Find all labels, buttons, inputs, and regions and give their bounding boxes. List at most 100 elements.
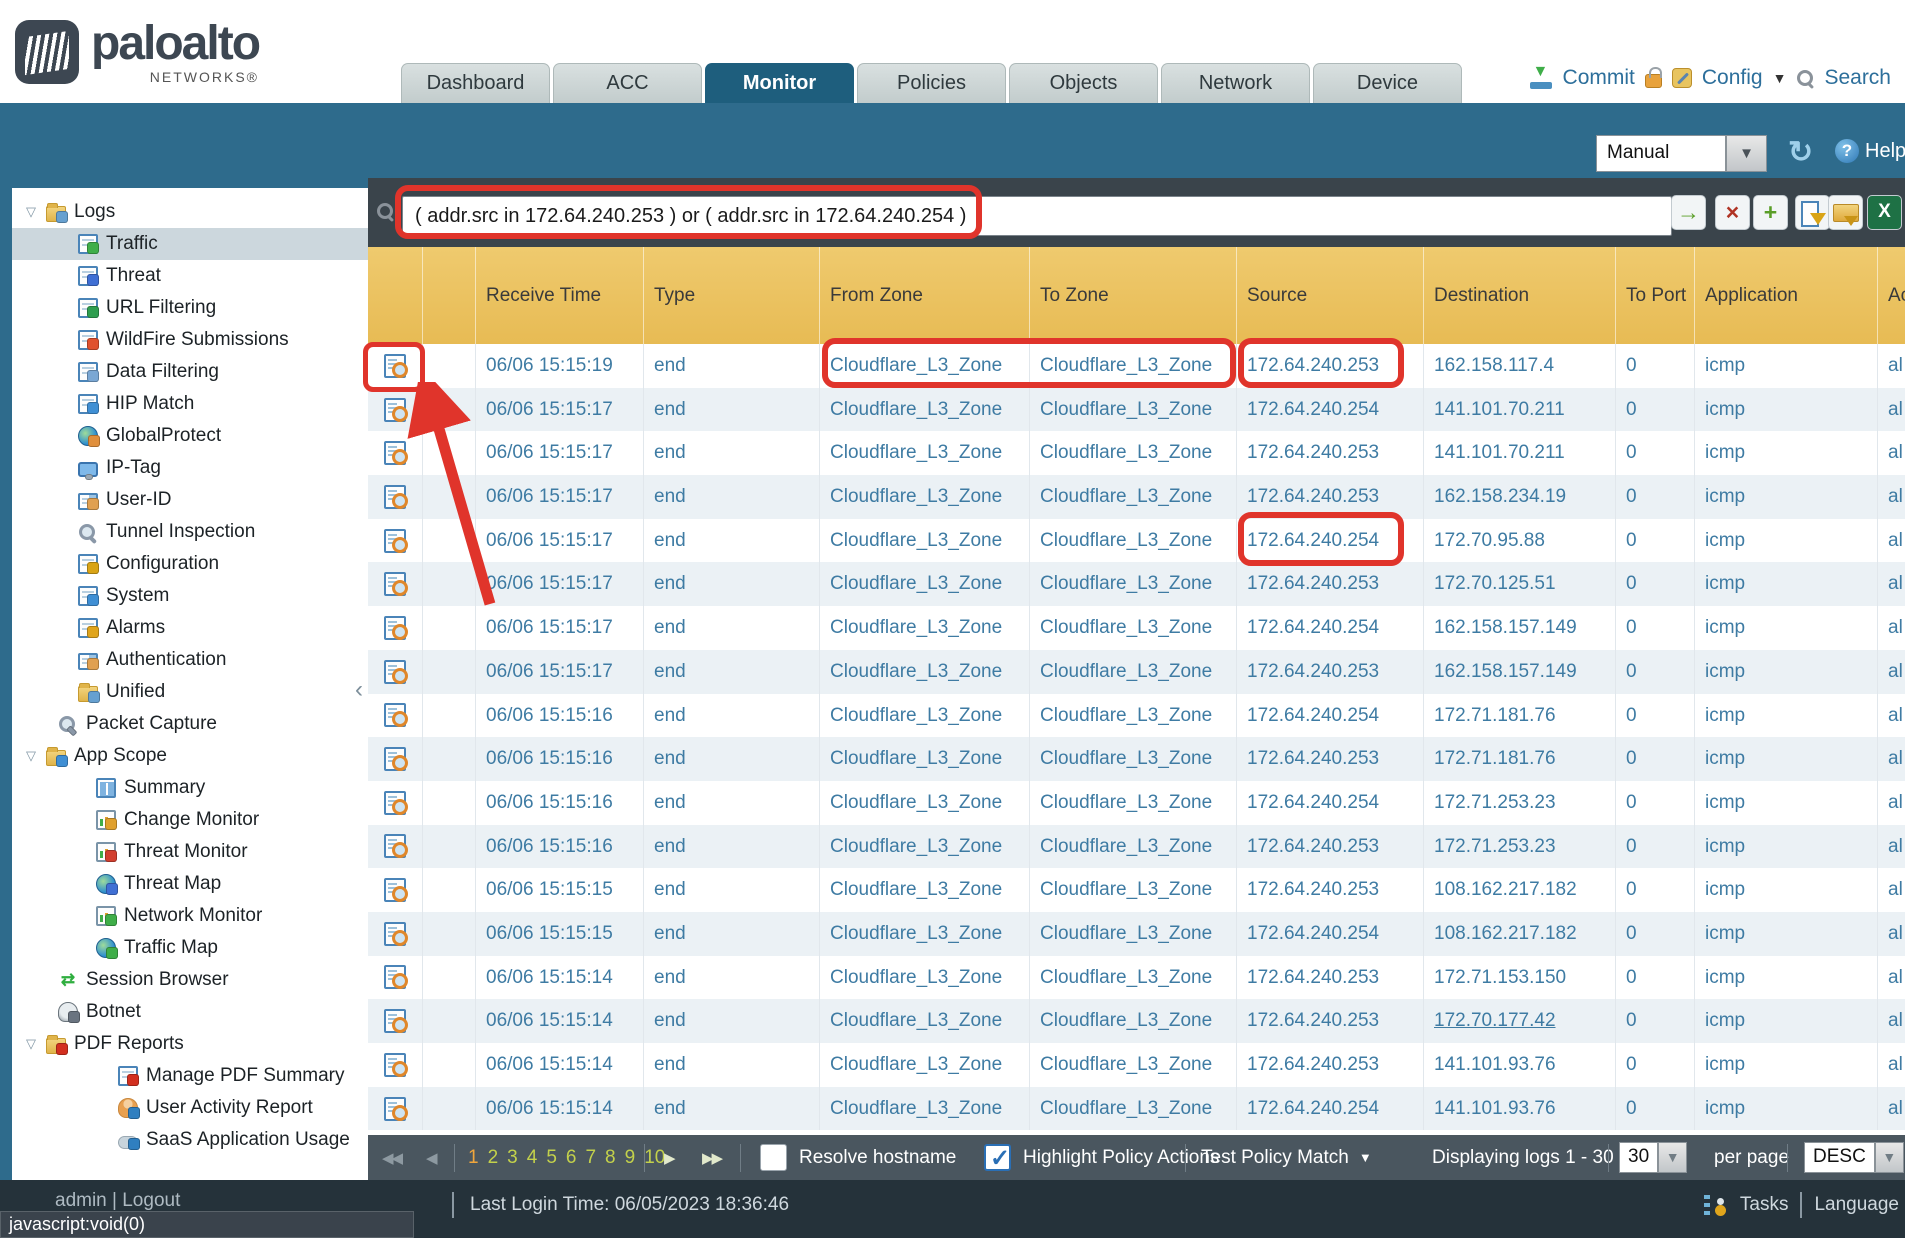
refresh-icon[interactable]: ↻ [1788, 135, 1813, 170]
column-header-to_zone[interactable]: To Zone [1030, 247, 1237, 344]
sidebar-item-manage-pdf-summary[interactable]: Manage PDF Summary [12, 1060, 368, 1092]
language-link[interactable]: Language [1814, 1194, 1899, 1216]
sidebar-item-summary[interactable]: Summary [12, 772, 368, 804]
log-detail-icon[interactable] [384, 354, 406, 378]
sidebar-item-logs[interactable]: ▽Logs [12, 196, 368, 228]
apply-filter-button[interactable]: → [1671, 195, 1706, 230]
sidebar-item-traffic[interactable]: Traffic [12, 228, 368, 260]
column-header-detail[interactable] [368, 247, 423, 344]
test-policy-match-menu[interactable]: Test Policy Match ▼ [1201, 1135, 1372, 1180]
first-page-button[interactable]: ◀◀ [382, 1149, 401, 1167]
log-detail-icon[interactable] [384, 878, 406, 902]
log-detail-icon[interactable] [384, 791, 406, 815]
column-header-to_port[interactable]: To Port [1616, 247, 1695, 344]
sidebar-item-authentication[interactable]: Authentication [12, 644, 368, 676]
log-detail-icon[interactable] [384, 485, 406, 509]
tab-acc[interactable]: ACC [553, 63, 702, 103]
sidebar-item-traffic-map[interactable]: Traffic Map [12, 932, 368, 964]
sidebar-item-tunnel-inspection[interactable]: Tunnel Inspection [12, 516, 368, 548]
highlight-policy-actions-checkbox[interactable] [984, 1144, 1011, 1171]
sidebar-item-data-filtering[interactable]: Data Filtering [12, 356, 368, 388]
expander-icon[interactable]: ▽ [26, 748, 46, 764]
help-link[interactable]: ? Help [1835, 139, 1905, 163]
search-link[interactable]: Search [1824, 66, 1891, 90]
sidebar-item-wildfire-submissions[interactable]: WildFire Submissions [12, 324, 368, 356]
tab-policies[interactable]: Policies [857, 63, 1006, 103]
sidebar-item-saas-application-usage[interactable]: SaaS Application Usage [12, 1124, 368, 1156]
page-number-5[interactable]: 5 [546, 1147, 557, 1169]
sort-order-select[interactable]: DESC [1804, 1142, 1875, 1173]
page-number-8[interactable]: 8 [605, 1147, 616, 1169]
user-session-links[interactable]: admin | Logout [55, 1190, 180, 1212]
log-detail-icon[interactable] [384, 660, 406, 684]
log-detail-icon[interactable] [384, 1053, 406, 1077]
column-header-source[interactable]: Source [1237, 247, 1424, 344]
sidebar-item-change-monitor[interactable]: Change Monitor [12, 804, 368, 836]
page-number-6[interactable]: 6 [566, 1147, 577, 1169]
page-number-2[interactable]: 2 [488, 1147, 499, 1169]
prev-page-button[interactable]: ◀ [426, 1149, 436, 1167]
sidebar-item-app-scope[interactable]: ▽App Scope [12, 740, 368, 772]
log-detail-icon[interactable] [384, 572, 406, 596]
page-number-10[interactable]: 10 [644, 1147, 665, 1169]
refresh-interval-select[interactable]: Manual [1596, 135, 1726, 172]
resolve-hostname-checkbox[interactable] [760, 1144, 787, 1171]
sidebar-item-hip-match[interactable]: HIP Match [12, 388, 368, 420]
sidebar-item-system[interactable]: System [12, 580, 368, 612]
page-number-3[interactable]: 3 [507, 1147, 518, 1169]
column-header-action[interactable]: Ac [1878, 247, 1905, 344]
sidebar-item-alarms[interactable]: Alarms [12, 612, 368, 644]
per-page-select[interactable]: 30 [1619, 1142, 1658, 1173]
sidebar-item-packet-capture[interactable]: Packet Capture [12, 708, 368, 740]
tab-monitor[interactable]: Monitor [705, 63, 854, 103]
log-detail-icon[interactable] [384, 747, 406, 771]
log-detail-icon[interactable] [384, 441, 406, 465]
sidebar-item-unified[interactable]: Unified [12, 676, 368, 708]
expander-icon[interactable]: ▽ [26, 1036, 46, 1052]
sidebar-item-threat[interactable]: Threat [12, 260, 368, 292]
log-detail-icon[interactable] [384, 922, 406, 946]
next-page-button[interactable]: ▶ [664, 1149, 674, 1167]
sidebar-item-user-id[interactable]: User-ID [12, 484, 368, 516]
tasks-link[interactable]: Tasks [1740, 1194, 1789, 1216]
sidebar-item-user-activity-report[interactable]: User Activity Report [12, 1092, 368, 1124]
log-detail-icon[interactable] [384, 398, 406, 422]
tab-objects[interactable]: Objects [1009, 63, 1158, 103]
load-filter-button[interactable] [1828, 195, 1863, 230]
column-header-destination[interactable]: Destination [1424, 247, 1616, 344]
lock-icon[interactable] [1645, 74, 1662, 88]
clear-filter-button[interactable]: × [1715, 195, 1750, 230]
log-detail-icon[interactable] [384, 1097, 406, 1121]
column-header-receive_time[interactable]: Receive Time [476, 247, 644, 344]
column-header-flag[interactable] [423, 247, 476, 344]
log-detail-icon[interactable] [384, 703, 406, 727]
refresh-interval-caret[interactable]: ▼ [1726, 135, 1767, 172]
log-detail-icon[interactable] [384, 1009, 406, 1033]
add-filter-button[interactable]: + [1753, 195, 1788, 230]
sort-order-caret[interactable]: ▼ [1875, 1142, 1904, 1173]
last-page-button[interactable]: ▶▶ [702, 1149, 721, 1167]
column-header-from_zone[interactable]: From Zone [820, 247, 1030, 344]
sidebar-collapse-grip[interactable]: ‹ [355, 676, 363, 704]
tab-device[interactable]: Device [1313, 63, 1462, 103]
sidebar-item-threat-monitor[interactable]: Threat Monitor [12, 836, 368, 868]
filter-builder-button[interactable] [1795, 195, 1830, 230]
export-csv-button[interactable]: X [1867, 195, 1902, 230]
log-detail-icon[interactable] [384, 529, 406, 553]
page-number-4[interactable]: 4 [527, 1147, 538, 1169]
sidebar-item-session-browser[interactable]: ⇄Session Browser [12, 964, 368, 996]
sidebar-item-ip-tag[interactable]: IP-Tag [12, 452, 368, 484]
log-detail-icon[interactable] [384, 616, 406, 640]
column-header-type[interactable]: Type [644, 247, 820, 344]
sidebar-item-url-filtering[interactable]: URL Filtering [12, 292, 368, 324]
column-header-application[interactable]: Application [1695, 247, 1878, 344]
config-link[interactable]: Config [1702, 66, 1763, 90]
commit-link[interactable]: Commit [1563, 66, 1635, 90]
log-filter-input[interactable] [402, 196, 1672, 236]
log-detail-icon[interactable] [384, 834, 406, 858]
per-page-caret[interactable]: ▼ [1658, 1142, 1687, 1173]
page-number-7[interactable]: 7 [585, 1147, 596, 1169]
tab-network[interactable]: Network [1161, 63, 1310, 103]
page-number-1[interactable]: 1 [468, 1147, 479, 1169]
tab-dashboard[interactable]: Dashboard [401, 63, 550, 103]
